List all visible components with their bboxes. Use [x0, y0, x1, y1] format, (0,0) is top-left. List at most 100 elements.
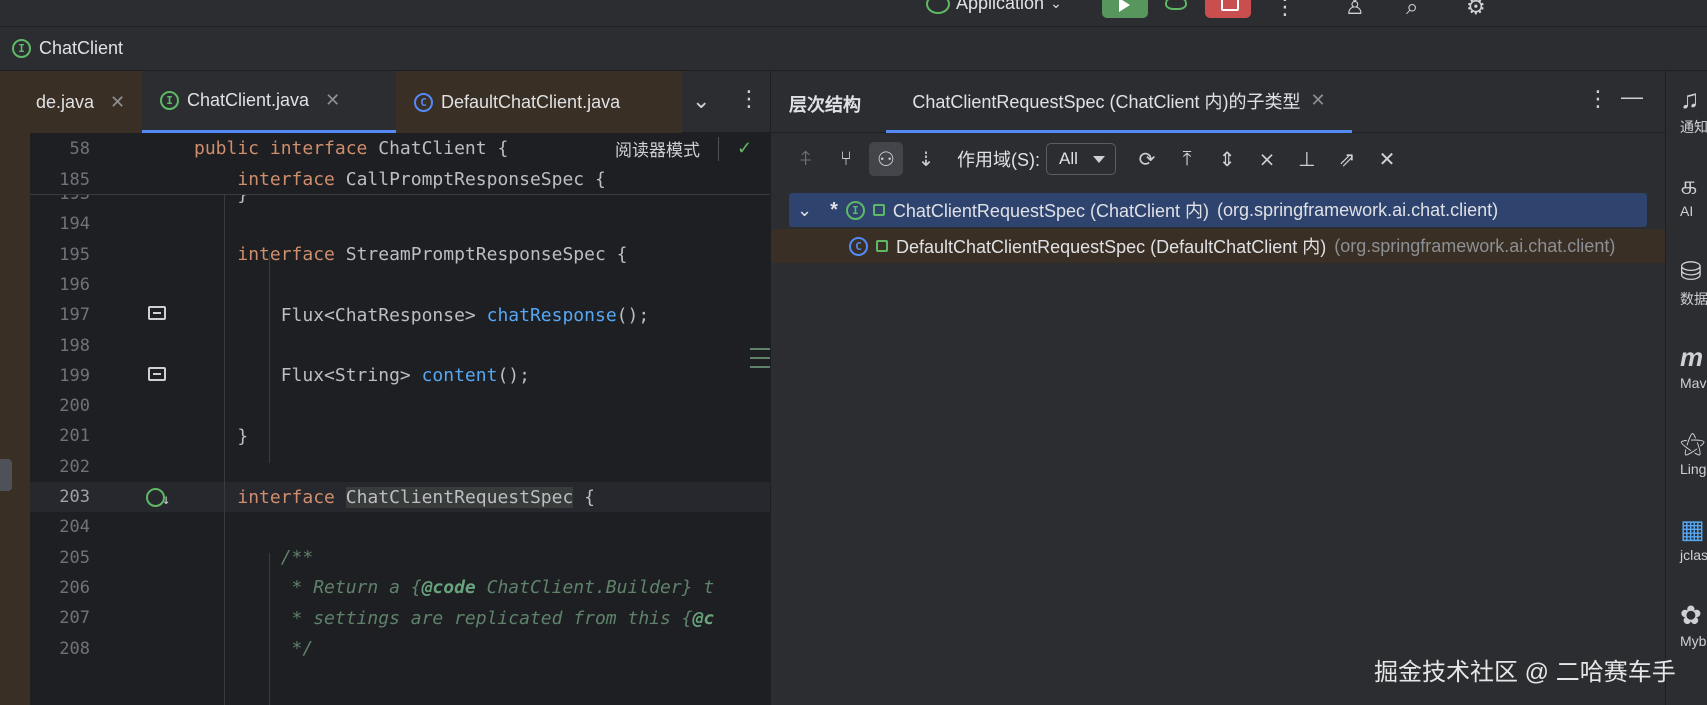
- code-token: /**: [280, 547, 314, 569]
- code-line[interactable]: 199 Flux<String> content();: [30, 361, 770, 391]
- code-token: @code: [421, 577, 476, 599]
- interface-icon: I: [12, 39, 31, 58]
- tree-node[interactable]: C DefaultChatClientRequestSpec (DefaultC…: [771, 229, 1666, 263]
- chevron-down-icon[interactable]: ⌄: [692, 88, 710, 114]
- hierarchy-tab[interactable]: ChatClientRequestSpec (ChatClient 内)的子类型…: [886, 71, 1352, 133]
- method-icon[interactable]: [148, 306, 166, 321]
- code-line[interactable]: 196: [30, 270, 770, 300]
- tab-de-java[interactable]: de.java ✕: [30, 71, 142, 133]
- left-tool-stripe: [0, 71, 30, 705]
- code-token: ();: [616, 304, 650, 326]
- code-line[interactable]: 206 * Return a {@code ChatClient.Builder…: [30, 573, 770, 603]
- search-icon[interactable]: ⌕: [1406, 0, 1418, 20]
- run-config-label: Application: [956, 0, 1045, 13]
- editor-tab-bar: de.java ✕ I ChatClient.java ✕ C DefaultC…: [30, 71, 770, 133]
- code-line[interactable]: 208 */: [30, 634, 770, 664]
- code-text: */: [194, 638, 314, 659]
- minimize-icon[interactable]: —: [1621, 84, 1643, 110]
- base-marker: *: [830, 198, 838, 221]
- refresh-icon[interactable]: ⟳: [1130, 142, 1164, 176]
- code-editor[interactable]: 193 }194195 interface StreamPromptRespon…: [30, 133, 770, 705]
- more-icon[interactable]: ⋮: [1587, 86, 1609, 112]
- line-number: 206: [59, 577, 90, 598]
- stripe-marker[interactable]: [0, 459, 12, 491]
- public-access-icon: [872, 204, 885, 216]
- tool-maven[interactable]: m Mav: [1680, 343, 1707, 391]
- code-line[interactable]: 204: [30, 512, 770, 542]
- line-number: 199: [59, 365, 90, 386]
- divider: [718, 136, 719, 161]
- tool-ai[interactable]: ௧ AI: [1680, 171, 1707, 219]
- code-token: Flux<String>: [194, 365, 422, 387]
- subtypes-icon[interactable]: ⑂: [829, 142, 863, 176]
- scope-dropdown[interactable]: All: [1046, 143, 1116, 175]
- code-line[interactable]: 194: [30, 209, 770, 239]
- class-icon: C: [849, 236, 868, 256]
- right-tool-stripe: ♫ 通知 ௧ AI ⛁ 数据 m Mav ⚝ Ling ▦ jclas ✿ My…: [1665, 71, 1707, 705]
- scrollbar-marks[interactable]: [750, 348, 770, 375]
- code-line[interactable]: 202: [30, 452, 770, 482]
- code-line[interactable]: 201 }: [30, 421, 770, 451]
- more-icon[interactable]: ⋮: [1274, 0, 1296, 20]
- settings-icon[interactable]: ⚙: [1466, 0, 1486, 20]
- collapse-all-icon[interactable]: ⨯: [1250, 142, 1284, 176]
- code-line[interactable]: 200: [30, 391, 770, 421]
- close-icon[interactable]: ✕: [1370, 142, 1404, 176]
- code-token: content: [421, 365, 498, 387]
- tool-lingma[interactable]: ⚝ Ling: [1680, 429, 1707, 477]
- code-line[interactable]: 195 interface StreamPromptResponseSpec {: [30, 240, 770, 270]
- debug-button[interactable]: [1165, 0, 1187, 10]
- code-token: StreamPromptResponseSpec {: [345, 244, 628, 266]
- stop-button[interactable]: [1205, 0, 1251, 18]
- type-hierarchy-icon[interactable]: ⚇: [869, 142, 903, 176]
- more-icon[interactable]: ⋮: [738, 86, 760, 112]
- code-text: interface StreamPromptResponseSpec {: [194, 244, 628, 266]
- tool-database[interactable]: ⛁ 数据: [1680, 257, 1707, 309]
- interface-icon: I: [160, 91, 179, 110]
- export-icon[interactable]: ⤒: [1170, 142, 1204, 176]
- run-configuration-selector[interactable]: Application ⌄: [926, 0, 1062, 14]
- code-token: ChatClientRequestSpec: [345, 486, 574, 508]
- code-token: public interface: [194, 138, 379, 159]
- line-number: 58: [69, 138, 90, 159]
- line-number: 196: [59, 274, 90, 295]
- breadcrumb-item[interactable]: ChatClient: [39, 38, 123, 59]
- hierarchy-header: 层次结构 ChatClientRequestSpec (ChatClient 内…: [771, 71, 1666, 133]
- code-line[interactable]: 207 * settings are replicated from this …: [30, 603, 770, 633]
- code-text: interface ChatClientRequestSpec {: [194, 486, 595, 508]
- code-text: Flux<String> content();: [194, 365, 530, 386]
- code-line[interactable]: 203 interface ChatClientRequestSpec {: [30, 482, 770, 512]
- code-line[interactable]: 197 Flux<ChatResponse> chatResponse();: [30, 300, 770, 330]
- check-icon[interactable]: ✓: [737, 138, 752, 159]
- tree-node-selected[interactable]: ⌄ * I ChatClientRequestSpec (ChatClient …: [789, 193, 1647, 227]
- code-text: * settings are replicated from this {@c: [194, 608, 715, 629]
- close-icon[interactable]: ✕: [110, 92, 125, 113]
- code-line[interactable]: 205 /**: [30, 543, 770, 573]
- chevron-down-icon[interactable]: ⌄: [797, 200, 812, 221]
- line-number: 202: [59, 456, 90, 477]
- sort-icon[interactable]: ⇣: [909, 142, 943, 176]
- reader-mode-link[interactable]: 阅读器模式: [615, 136, 700, 161]
- code-line[interactable]: 198: [30, 331, 770, 361]
- method-icon[interactable]: [148, 366, 166, 381]
- tab-defaultchatclient-java[interactable]: C DefaultChatClient.java: [396, 71, 682, 133]
- expand-all-icon[interactable]: ⇕: [1210, 142, 1244, 176]
- close-icon[interactable]: ✕: [1311, 90, 1326, 111]
- open-window-icon[interactable]: ⇗: [1330, 142, 1364, 176]
- tool-notifications[interactable]: ♫ 通知: [1680, 85, 1707, 137]
- sticky-line[interactable]: 185 interface CallPromptResponseSpec {: [30, 164, 770, 195]
- run-button[interactable]: [1102, 0, 1148, 18]
- maven-icon: m: [1680, 342, 1704, 372]
- code-token: CallPromptResponseSpec {: [345, 169, 606, 190]
- tool-mybatis[interactable]: ✿ Myb: [1680, 601, 1707, 649]
- tool-jclasslib[interactable]: ▦ jclas: [1680, 515, 1707, 563]
- code-text: * Return a {@code ChatClient.Builder} t: [194, 577, 715, 599]
- supertypes-icon[interactable]: ⍏: [789, 142, 823, 176]
- add-user-icon[interactable]: ♙: [1345, 0, 1365, 20]
- hierarchy-toolbar: ⍏ ⑂ ⚇ ⇣ 作用域(S): All ⟳ ⤒ ⇕ ⨯ ⊥ ⇗ ✕: [771, 133, 1666, 185]
- tab-chatclient-java[interactable]: I ChatClient.java ✕: [142, 71, 396, 133]
- close-icon[interactable]: ✕: [325, 90, 340, 111]
- implemented-icon[interactable]: [146, 488, 170, 508]
- pin-icon[interactable]: ⊥: [1290, 142, 1324, 176]
